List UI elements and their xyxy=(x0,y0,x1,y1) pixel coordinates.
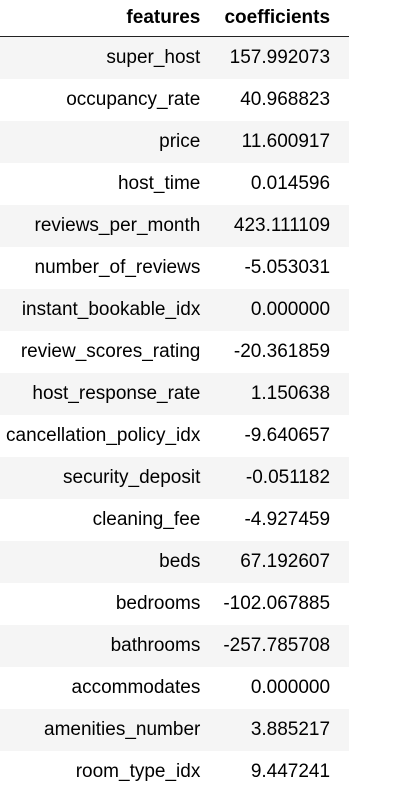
feature-cell: beds xyxy=(159,551,201,572)
coefficient-cell: 67.192607 xyxy=(240,551,331,572)
table-row: bedrooms -102.067885 xyxy=(0,583,350,625)
coefficient-cell: -9.640657 xyxy=(244,425,331,446)
table-row: instant_bookable_idx 0.000000 xyxy=(0,289,350,331)
coefficient-cell: 423.111109 xyxy=(233,215,331,236)
table-row: number_of_reviews -5.053031 xyxy=(0,247,350,289)
feature-cell: super_host xyxy=(106,47,201,68)
coefficient-cell: -102.067885 xyxy=(223,593,331,614)
feature-cell: review_scores_rating xyxy=(20,341,201,362)
table-row: room_type_idx 9.447241 xyxy=(0,751,350,793)
feature-cell: bathrooms xyxy=(110,635,201,656)
table-row: beds 67.192607 xyxy=(0,541,350,583)
dataframe-output: features coefficients super_host 157.992… xyxy=(0,0,400,806)
feature-cell: bedrooms xyxy=(115,593,201,614)
feature-cell: reviews_per_month xyxy=(34,215,201,236)
coefficient-cell: 1.150638 xyxy=(250,383,331,404)
feature-cell: room_type_idx xyxy=(75,761,201,782)
coefficients-table: features coefficients super_host 157.992… xyxy=(0,0,350,793)
coefficient-cell: 11.600917 xyxy=(241,131,331,152)
coefficient-cell: 40.968823 xyxy=(240,89,331,110)
feature-cell: number_of_reviews xyxy=(34,257,201,278)
coefficient-cell: -4.927459 xyxy=(244,509,331,530)
feature-cell: accommodates xyxy=(71,677,201,698)
table-row: host_time 0.014596 xyxy=(0,163,350,205)
coefficient-cell: 3.885217 xyxy=(250,719,331,740)
feature-cell: price xyxy=(159,131,201,152)
feature-cell: cleaning_fee xyxy=(92,509,201,530)
coefficient-cell: 0.014596 xyxy=(250,173,331,194)
table-row: reviews_per_month 423.111109 xyxy=(0,205,350,247)
coefficient-cell: -20.361859 xyxy=(233,341,331,362)
table-row: super_host 157.992073 xyxy=(0,36,350,79)
header-row: features coefficients xyxy=(0,0,350,37)
feature-cell: cancellation_policy_idx xyxy=(6,425,201,446)
table-row: bathrooms -257.785708 xyxy=(0,625,350,667)
coefficient-cell: -0.051182 xyxy=(245,467,331,488)
feature-cell: instant_bookable_idx xyxy=(21,299,201,320)
coefficient-cell: 0.000000 xyxy=(250,299,331,320)
coefficient-cell: -257.785708 xyxy=(223,635,331,656)
coefficient-cell: 0.000000 xyxy=(250,677,331,698)
table-row: price 11.600917 xyxy=(0,121,350,163)
coefficient-cell: -5.053031 xyxy=(244,257,331,278)
table-row: amenities_number 3.885217 xyxy=(0,709,350,751)
table-row: security_deposit -0.051182 xyxy=(0,457,350,499)
table-row: host_response_rate 1.150638 xyxy=(0,373,350,415)
feature-cell: amenities_number xyxy=(44,719,201,740)
table-row: cancellation_policy_idx -9.640657 xyxy=(0,415,350,457)
feature-cell: host_time xyxy=(117,173,201,194)
column-header-coefficients: coefficients xyxy=(211,0,350,37)
table-row: occupancy_rate 40.968823 xyxy=(0,79,350,121)
coefficient-cell: 9.447241 xyxy=(250,761,331,782)
feature-cell: occupancy_rate xyxy=(66,89,201,110)
coefficient-cell: 157.992073 xyxy=(229,47,331,68)
feature-cell: host_response_rate xyxy=(32,383,201,404)
table-row: accommodates 0.000000 xyxy=(0,667,350,709)
table-row: review_scores_rating -20.361859 xyxy=(0,331,350,373)
table-row: cleaning_fee -4.927459 xyxy=(0,499,350,541)
feature-cell: security_deposit xyxy=(63,467,201,488)
column-header-features: features xyxy=(0,0,212,37)
